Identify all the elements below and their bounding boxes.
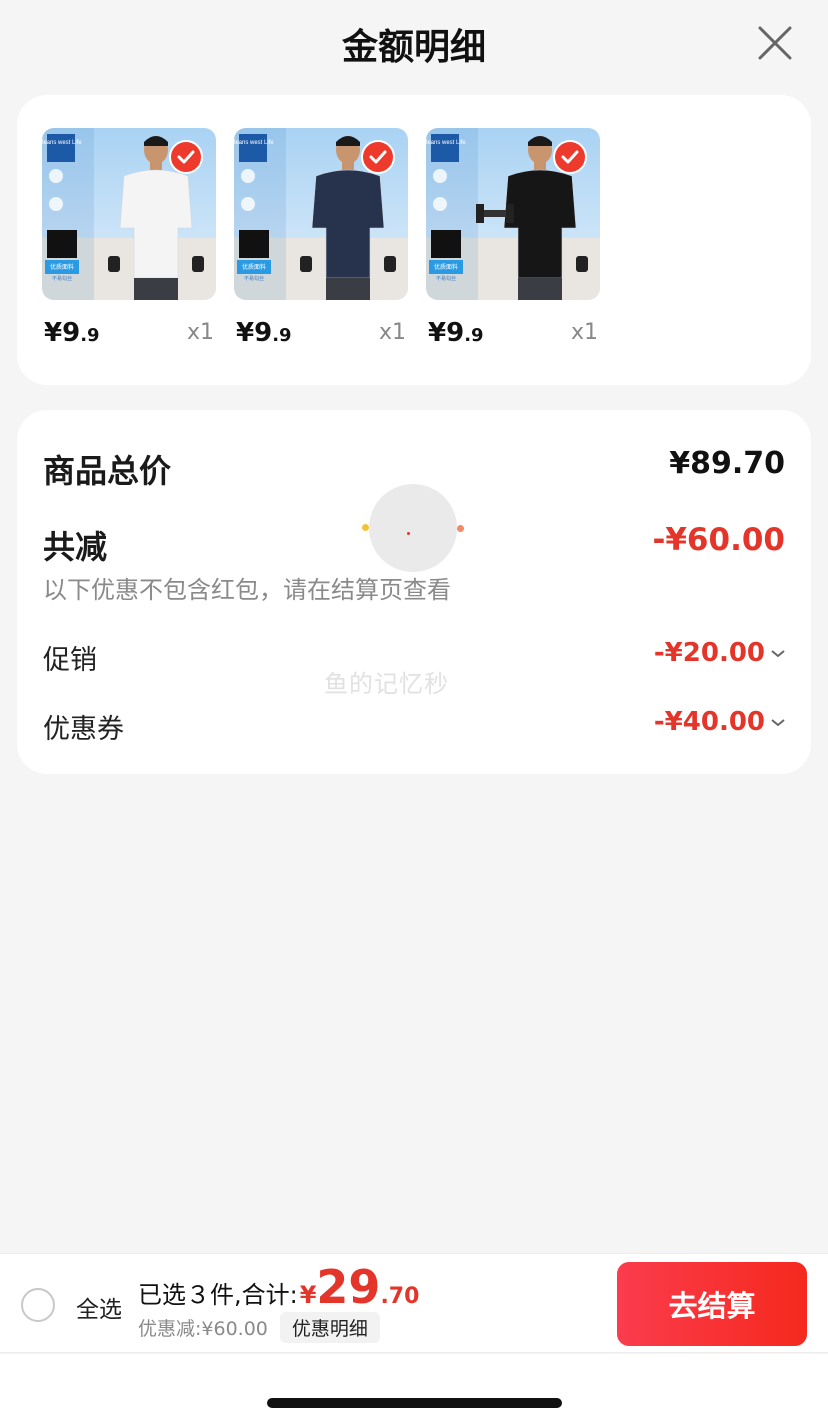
- selected-count-text: 已选３件,合计:: [138, 1281, 298, 1309]
- svg-text:优质面料: 优质面料: [434, 263, 458, 271]
- svg-text:Jeans west Life: Jeans west Life: [234, 140, 274, 146]
- product-price: ¥9.9: [428, 318, 484, 348]
- watermark: 鱼的记忆秒: [324, 670, 449, 698]
- total-fraction: .70: [380, 1284, 420, 1309]
- product-thumbnail[interactable]: Jeans west Life 优质面料 不易勾丝: [42, 128, 216, 300]
- chevron-down-icon: [771, 718, 785, 726]
- home-indicator-area: [0, 1354, 828, 1426]
- order-summary: 已选３件,合计: ¥ 29 .70 优惠减:¥60.00 优惠明细: [138, 1264, 419, 1343]
- checkout-bar: 全选 已选３件,合计: ¥ 29 .70 优惠减:¥60.00 优惠明细 去结算: [0, 1253, 828, 1353]
- product-thumbnail[interactable]: Jeans west Life 优质面料 不易勾丝: [426, 128, 600, 300]
- product-list-card: Jeans west Life 优质面料 不易勾丝 ¥9.9 x1 Jeans …: [17, 95, 811, 385]
- product-item[interactable]: Jeans west Life 优质面料 不易勾丝 ¥9.9 x1: [42, 128, 216, 360]
- selected-check-icon[interactable]: [169, 140, 203, 174]
- svg-text:优质面料: 优质面料: [50, 263, 74, 271]
- product-item[interactable]: Jeans west Life 优质面料 不易勾丝 ¥9.9 x1: [234, 128, 408, 360]
- loading-dot: [457, 525, 464, 532]
- product-quantity: x1: [570, 320, 598, 345]
- product-quantity: x1: [186, 320, 214, 345]
- product-item[interactable]: Jeans west Life 优质面料 不易勾丝 ¥9.9 x1: [426, 128, 600, 360]
- select-all-radio[interactable]: [21, 1288, 55, 1322]
- checkout-button[interactable]: 去结算: [617, 1262, 807, 1346]
- loading-dot: [362, 524, 369, 531]
- discount-total-text: 优惠减:¥60.00: [138, 1318, 268, 1340]
- svg-text:不易勾丝: 不易勾丝: [244, 275, 264, 282]
- coupon-label: 优惠券: [43, 714, 124, 745]
- svg-text:Jeans west Life: Jeans west Life: [42, 140, 82, 146]
- reduce-value: -¥60.00: [652, 522, 786, 558]
- product-price-row: ¥9.9 x1: [42, 314, 216, 360]
- svg-text:优质面料: 优质面料: [242, 263, 266, 271]
- loading-spinner: [369, 484, 457, 572]
- loading-dot: [407, 532, 410, 535]
- product-price-row: ¥9.9 x1: [234, 314, 408, 360]
- home-indicator[interactable]: [267, 1398, 562, 1408]
- selected-check-icon[interactable]: [553, 140, 587, 174]
- coupon-value: -¥40.00: [654, 707, 785, 737]
- total-price-label: 商品总价: [43, 452, 172, 490]
- chevron-down-icon: [771, 649, 785, 657]
- product-thumbnail[interactable]: Jeans west Life 优质面料 不易勾丝: [234, 128, 408, 300]
- select-all-label[interactable]: 全选: [76, 1290, 122, 1324]
- discount-detail-button[interactable]: 优惠明细: [279, 1312, 380, 1343]
- reduce-label: 共减: [43, 528, 108, 566]
- product-price: ¥9.9: [44, 318, 100, 348]
- total-currency: ¥: [299, 1281, 317, 1309]
- sheet-title: 金额明细: [341, 27, 486, 68]
- selected-check-icon[interactable]: [361, 140, 395, 174]
- svg-text:不易勾丝: 不易勾丝: [52, 275, 72, 282]
- price-detail-card: 商品总价 ¥89.70 共减 -¥60.00 以下优惠不包含红包，请在结算页查看…: [17, 410, 811, 774]
- product-price: ¥9.9: [236, 318, 292, 348]
- total-integer: 29: [316, 1260, 381, 1314]
- total-price-value: ¥89.70: [669, 446, 785, 481]
- product-quantity: x1: [378, 320, 406, 345]
- discount-hint: 以下优惠不包含红包，请在结算页查看: [43, 576, 451, 604]
- svg-text:不易勾丝: 不易勾丝: [436, 275, 456, 282]
- close-icon[interactable]: [756, 24, 794, 62]
- product-price-row: ¥9.9 x1: [426, 314, 600, 360]
- promo-value: -¥20.00: [654, 638, 785, 668]
- sheet-header: 金额明细: [0, 0, 828, 88]
- promo-label: 促销: [43, 645, 97, 676]
- svg-text:Jeans west Life: Jeans west Life: [426, 140, 466, 146]
